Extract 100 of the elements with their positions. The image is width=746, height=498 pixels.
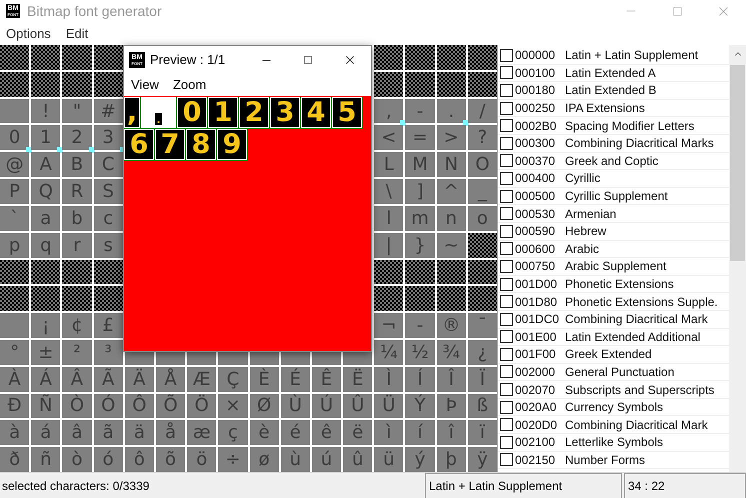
glyph-cell[interactable]: ¯	[468, 313, 497, 338]
range-item[interactable]: 002070 Subscripts and Superscripts	[498, 381, 729, 399]
checkbox[interactable]	[500, 224, 513, 238]
glyph-cell[interactable]: ñ	[31, 447, 60, 472]
glyph-cell[interactable]: `	[0, 206, 30, 231]
range-item[interactable]: 001E00 Latin Extended Additional	[498, 328, 729, 346]
glyph-cell[interactable]: Ô	[124, 394, 154, 418]
glyph-cell[interactable]: Q	[31, 179, 60, 204]
checkbox[interactable]	[500, 260, 513, 273]
glyph-cell[interactable]: °	[0, 340, 30, 365]
glyph-cell[interactable]: o	[468, 206, 497, 231]
glyph-cell[interactable]: Ö	[187, 394, 216, 418]
glyph-cell[interactable]: ù	[280, 447, 310, 472]
range-item[interactable]: 000590 Hebrew	[498, 222, 729, 241]
glyph-cell[interactable]: ×	[218, 394, 248, 418]
glyph-cell[interactable]: ®	[436, 313, 466, 338]
menu-item[interactable]: View	[131, 75, 159, 95]
glyph-cell[interactable]: ~	[436, 232, 466, 258]
glyph-cell[interactable]: R	[62, 179, 92, 204]
glyph-cell[interactable]: ³	[94, 340, 123, 365]
glyph-cell[interactable]	[0, 98, 30, 124]
glyph-cell[interactable]: !	[31, 98, 60, 124]
glyph-cell[interactable]: ä	[124, 420, 154, 446]
glyph-cell[interactable]: ½	[405, 340, 435, 365]
glyph-cell[interactable]: A	[31, 152, 60, 178]
glyph-cell[interactable]: È	[250, 366, 279, 392]
menu-item[interactable]: Edit	[66, 24, 88, 44]
glyph-cell[interactable]: ,	[374, 98, 404, 124]
glyph-cell[interactable]: ²	[62, 340, 92, 365]
glyph-cell[interactable]: í	[405, 420, 435, 446]
glyph-cell[interactable]: s	[94, 232, 123, 258]
glyph-cell[interactable]: Ë	[343, 366, 372, 392]
glyph-cell[interactable]: á	[31, 420, 60, 446]
range-item[interactable]: 002000 General Punctuation	[498, 364, 729, 382]
glyph-cell[interactable]: -	[405, 313, 435, 338]
glyph-cell[interactable]: @	[0, 152, 30, 178]
checkbox[interactable]	[500, 102, 513, 115]
glyph-cell[interactable]: ü	[374, 447, 404, 472]
checkbox[interactable]	[500, 172, 513, 185]
glyph-cell[interactable]: Ý	[405, 394, 435, 418]
glyph-cell[interactable]: ø	[250, 447, 279, 472]
range-item[interactable]: 000370 Greek and Coptic	[498, 152, 729, 170]
checkbox[interactable]	[500, 119, 513, 132]
glyph-cell[interactable]: 0	[0, 125, 30, 150]
checkbox[interactable]	[500, 453, 513, 466]
glyph-cell[interactable]: N	[436, 152, 466, 178]
checkbox[interactable]	[500, 295, 513, 308]
glyph-cell[interactable]: n	[436, 206, 466, 231]
glyph-cell[interactable]: =	[405, 125, 435, 150]
glyph-cell[interactable]: ^	[436, 179, 466, 204]
range-item[interactable]: 000750 Arabic Supplement	[498, 258, 729, 276]
glyph-cell[interactable]: B	[62, 152, 92, 178]
glyph-cell[interactable]: ö	[187, 447, 216, 472]
glyph-cell[interactable]: L	[374, 152, 404, 178]
glyph-cell[interactable]: b	[62, 206, 92, 231]
range-item[interactable]: 000500 Cyrillic Supplement	[498, 188, 729, 206]
glyph-cell[interactable]: q	[31, 232, 60, 258]
range-item[interactable]: 000530 Armenian	[498, 205, 729, 223]
range-item[interactable]: 001D80 Phonetic Extensions Supple.	[498, 293, 729, 311]
glyph-cell[interactable]: ¢	[62, 313, 92, 338]
glyph-cell[interactable]: ë	[343, 420, 372, 446]
glyph-cell[interactable]: ¡	[31, 313, 60, 338]
glyph-cell[interactable]: è	[250, 420, 279, 446]
glyph-cell[interactable]: ¼	[374, 340, 404, 365]
glyph-cell[interactable]: >	[436, 125, 466, 150]
glyph-cell[interactable]: c	[94, 206, 123, 231]
glyph-cell[interactable]: Ò	[62, 394, 92, 418]
glyph-cell[interactable]: å	[156, 420, 186, 446]
glyph-cell[interactable]: ¬	[374, 313, 404, 338]
glyph-cell[interactable]: Ï	[468, 366, 497, 392]
checkbox[interactable]	[500, 154, 513, 168]
glyph-cell[interactable]: /	[468, 98, 497, 124]
glyph-cell[interactable]: ÷	[218, 447, 248, 472]
glyph-cell[interactable]: a	[31, 206, 60, 231]
range-item[interactable]: 0020A0 Currency Symbols	[498, 398, 729, 416]
glyph-cell[interactable]: ¾	[436, 340, 466, 365]
menu-item[interactable]: Zoom	[172, 75, 206, 95]
glyph-cell[interactable]: ý	[405, 447, 435, 472]
glyph-cell[interactable]: ð	[0, 447, 30, 472]
glyph-cell[interactable]: ò	[62, 447, 92, 472]
checkbox[interactable]	[500, 383, 513, 396]
glyph-cell[interactable]: -	[405, 98, 435, 124]
menu-item[interactable]: Options	[6, 24, 51, 44]
scrollbar[interactable]	[729, 45, 746, 472]
glyph-cell[interactable]: þ	[436, 447, 466, 472]
checkbox[interactable]	[500, 242, 513, 256]
glyph-cell[interactable]: õ	[156, 447, 186, 472]
glyph-cell[interactable]: Ü	[374, 394, 404, 418]
checkbox[interactable]	[500, 190, 513, 203]
glyph-cell[interactable]: Ù	[280, 394, 310, 418]
glyph-cell[interactable]: O	[468, 152, 497, 178]
checkbox[interactable]	[500, 400, 513, 414]
range-item[interactable]: 000000 Latin + Latin Supplement	[498, 47, 729, 65]
glyph-cell[interactable]: Ú	[312, 394, 342, 418]
range-item[interactable]: 000600 Arabic	[498, 240, 729, 258]
glyph-cell[interactable]: î	[436, 420, 466, 446]
glyph-cell[interactable]: |	[374, 232, 404, 258]
glyph-cell[interactable]: Ø	[250, 394, 279, 418]
checkbox[interactable]	[500, 207, 513, 220]
checkbox[interactable]	[500, 136, 513, 150]
